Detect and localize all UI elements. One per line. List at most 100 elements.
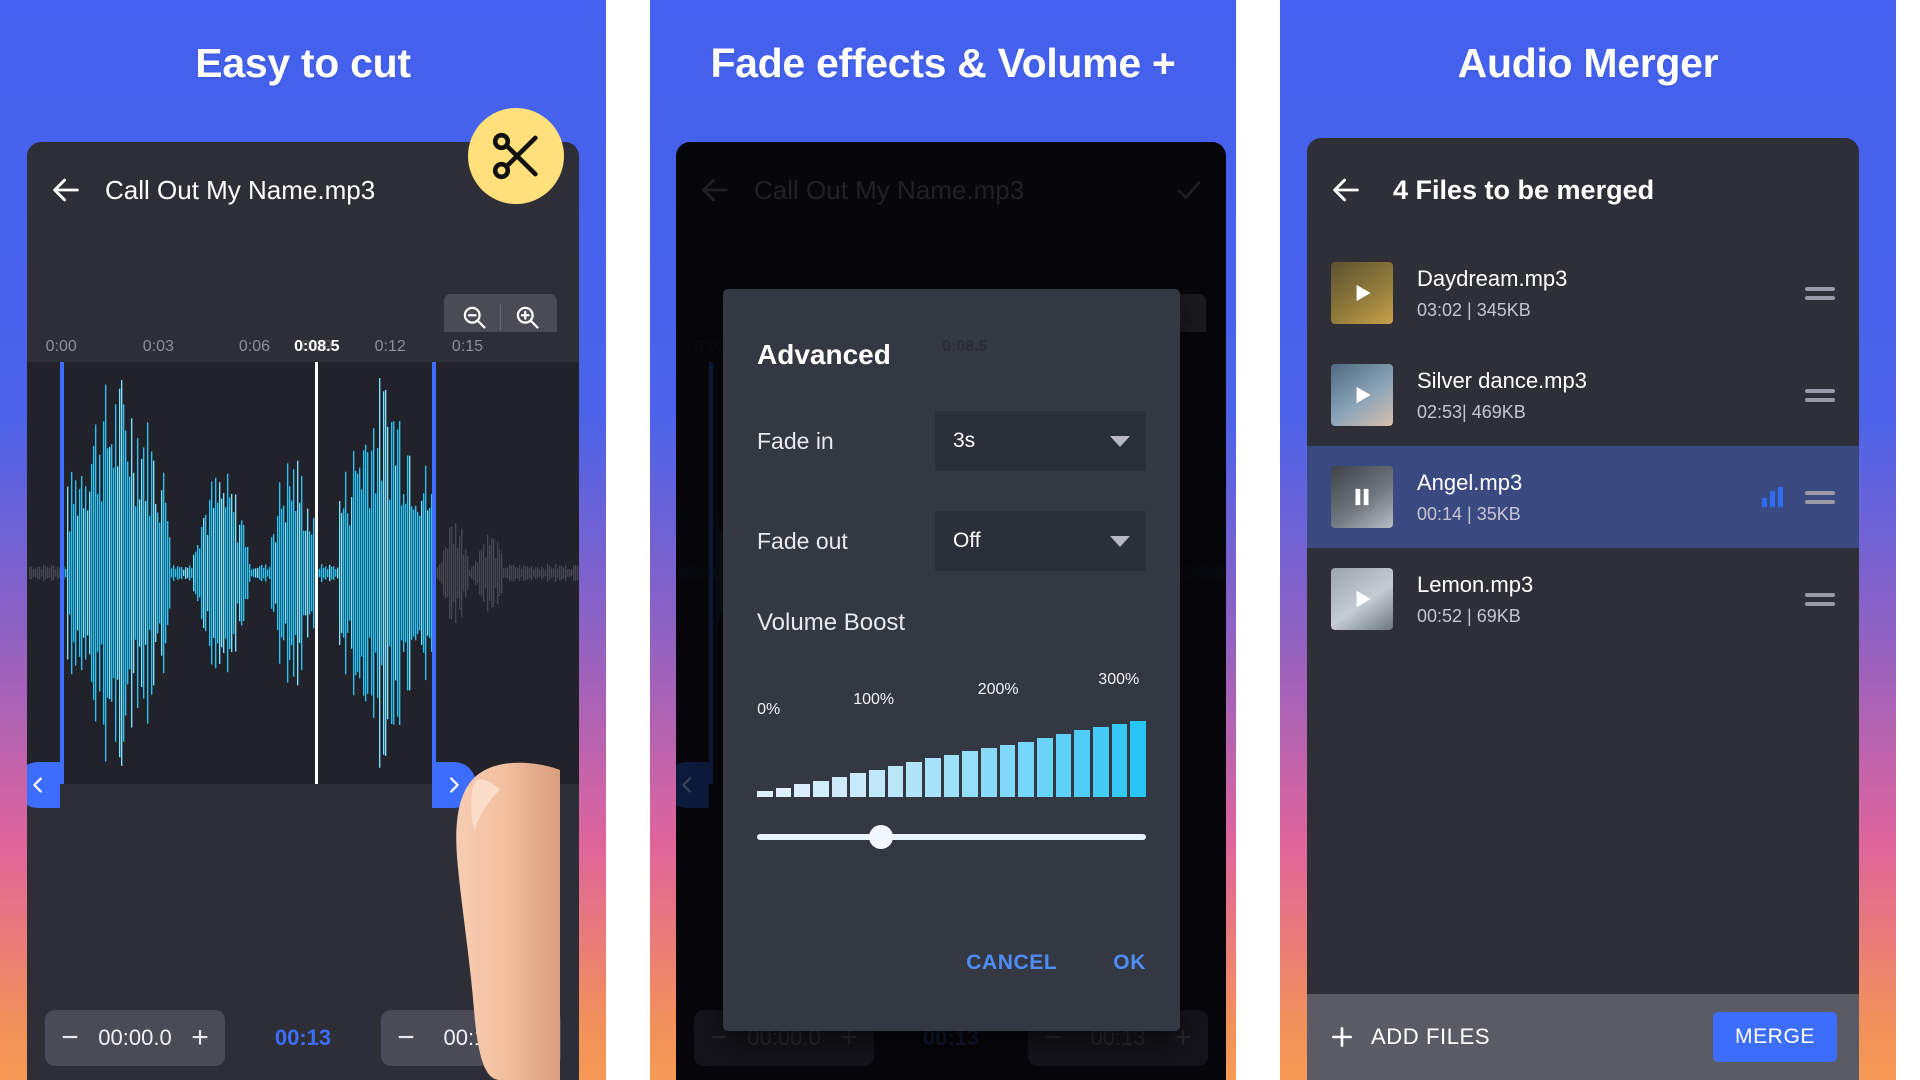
- track-name: Lemon.mp3: [1417, 571, 1534, 597]
- drag-handle-icon[interactable]: [1805, 486, 1835, 509]
- track-meta: 00:52 | 69KB: [1417, 605, 1521, 626]
- track-meta: 00:14 | 35KB: [1417, 503, 1521, 524]
- volume-bar: [1018, 742, 1035, 797]
- ruler-tick: 0:00: [45, 338, 77, 355]
- dialog-actions: CANCEL OK: [757, 951, 1146, 975]
- panel-3-hero-title: Audio Merger: [1457, 40, 1719, 86]
- cancel-button[interactable]: CANCEL: [966, 951, 1057, 975]
- plus-icon: [1332, 1027, 1352, 1047]
- table-row[interactable]: Daydream.mp3 03:02 | 345KB: [1307, 242, 1859, 344]
- table-row[interactable]: Silver dance.mp3 02:53| 469KB: [1307, 344, 1859, 446]
- thumbnail-play-overlay[interactable]: [1331, 568, 1393, 630]
- track-meta: 02:53| 469KB: [1417, 401, 1526, 422]
- volume-bar: [757, 790, 773, 797]
- fade-out-value: Off: [953, 529, 981, 552]
- advanced-dialog: Advanced Fade in 3s Fade out Off Volume: [723, 289, 1180, 1031]
- fade-in-label: Fade in: [757, 427, 834, 454]
- track-meta: 03:02 | 345KB: [1417, 299, 1531, 320]
- track-thumbnail[interactable]: [1331, 364, 1393, 426]
- merger-bottom-bar: ADD FILES MERGE: [1307, 994, 1859, 1080]
- track-thumbnail[interactable]: [1331, 568, 1393, 630]
- fade-out-select[interactable]: Off: [935, 511, 1146, 571]
- playhead-marker: [315, 362, 318, 784]
- track-thumbnail[interactable]: [1331, 466, 1393, 528]
- volume-bar: [1055, 733, 1072, 797]
- volume-bar: [850, 773, 867, 797]
- selection-left-handle[interactable]: [27, 762, 60, 808]
- fade-out-label: Fade out: [757, 527, 848, 554]
- phone-frame-2: Call Out My Name.mp3 0:00 0:08.5 − 00:00…: [676, 142, 1226, 1080]
- volume-tick-label: 200%: [977, 681, 1019, 698]
- panel-audio-merger: Audio Merger 4 Files to be merged Daydre…: [1280, 0, 1896, 1080]
- back-arrow-icon[interactable]: [1329, 173, 1363, 207]
- track-name: Daydream.mp3: [1417, 265, 1568, 291]
- volume-bar: [831, 777, 848, 797]
- volume-bar: [981, 748, 997, 797]
- play-icon: [1356, 284, 1371, 302]
- merge-file-list: Daydream.mp3 03:02 | 345KB Silver dance.mp…: [1307, 242, 1859, 994]
- chevron-down-icon: [1110, 435, 1130, 447]
- slider-thumb[interactable]: [869, 825, 894, 849]
- finger-cursor: [456, 762, 560, 1080]
- add-files-button[interactable]: ADD FILES: [1329, 1024, 1490, 1050]
- drag-handle-icon[interactable]: [1805, 384, 1835, 407]
- appbar-3: 4 Files to be merged: [1307, 138, 1859, 242]
- slider-track: [757, 834, 1146, 840]
- ruler-tick: 0:12: [374, 338, 406, 355]
- drag-handle-icon[interactable]: [1805, 588, 1835, 611]
- waveform-graphic: [29, 378, 579, 768]
- pause-icon: [1355, 488, 1369, 506]
- appbar-title-1: Call Out My Name.mp3: [105, 174, 376, 205]
- merge-button[interactable]: MERGE: [1712, 1012, 1837, 1062]
- volume-tick-label: 300%: [1098, 671, 1140, 688]
- track-info: Daydream.mp3 03:02 | 345KB: [1417, 266, 1805, 321]
- play-icon: [1356, 386, 1371, 404]
- track-thumbnail[interactable]: [1331, 262, 1393, 324]
- drag-handle-icon[interactable]: [1805, 282, 1835, 305]
- thumbnail-play-overlay[interactable]: [1331, 466, 1393, 528]
- table-row[interactable]: Angel.mp3 00:14 | 35KB: [1307, 446, 1859, 548]
- zoom-out-icon: [463, 306, 486, 329]
- table-row[interactable]: Lemon.mp3 00:52 | 69KB: [1307, 548, 1859, 650]
- volume-bar: [1093, 727, 1109, 797]
- volume-bar: [813, 781, 829, 797]
- selection-duration: 00:13: [274, 1025, 332, 1050]
- ok-button[interactable]: OK: [1113, 951, 1146, 975]
- volume-bar: [925, 758, 941, 797]
- volume-bar: [1111, 724, 1128, 797]
- ruler-tick: 0:08.5: [942, 338, 988, 355]
- ruler-tick: 0:03: [142, 338, 174, 355]
- add-files-label: ADD FILES: [1371, 1024, 1491, 1049]
- panel-1-hero-title: Easy to cut: [195, 40, 411, 86]
- volume-bar: [906, 762, 923, 797]
- volume-bar: [962, 751, 979, 797]
- start-time-stepper[interactable]: − 00:00.0 +: [45, 1010, 225, 1066]
- volume-bar: [1037, 737, 1053, 797]
- end-minus-button[interactable]: −: [389, 1023, 423, 1053]
- chevron-left-icon: [33, 777, 42, 793]
- volume-bar: [775, 787, 792, 797]
- ruler-tick: 0:08.5: [294, 338, 340, 355]
- back-arrow-icon[interactable]: [49, 173, 83, 207]
- volume-boost-label: Volume Boost: [757, 609, 906, 636]
- track-name: Angel.mp3: [1417, 469, 1523, 495]
- fade-in-select[interactable]: 3s: [935, 411, 1146, 471]
- panel-2-hero-title: Fade effects & Volume +: [710, 40, 1176, 86]
- scissors-badge: [468, 108, 564, 204]
- selection-start-marker: [60, 362, 64, 784]
- thumbnail-play-overlay[interactable]: [1331, 262, 1393, 324]
- start-plus-button[interactable]: +: [183, 1023, 217, 1053]
- waveform-area-1[interactable]: [27, 362, 579, 784]
- track-info: Angel.mp3 00:14 | 35KB: [1417, 470, 1762, 525]
- panel-fade-effects: Fade effects & Volume + Call Out My Name…: [650, 0, 1236, 1080]
- panel-gap-1: [606, 0, 650, 1080]
- volume-boost-slider[interactable]: [757, 825, 1146, 849]
- volume-tick-label: 100%: [853, 691, 895, 708]
- start-minus-button[interactable]: −: [53, 1023, 87, 1053]
- timeline-ruler-1[interactable]: 0:00 0:03 0:06 0:09 0:08.5 0:12 0:15: [27, 332, 579, 362]
- panel-gap-2: [1236, 0, 1280, 1080]
- ruler-tick: 0:06: [238, 338, 270, 355]
- thumbnail-play-overlay[interactable]: [1331, 364, 1393, 426]
- volume-bar: [943, 755, 960, 797]
- fade-in-row: Fade in 3s: [757, 411, 1146, 471]
